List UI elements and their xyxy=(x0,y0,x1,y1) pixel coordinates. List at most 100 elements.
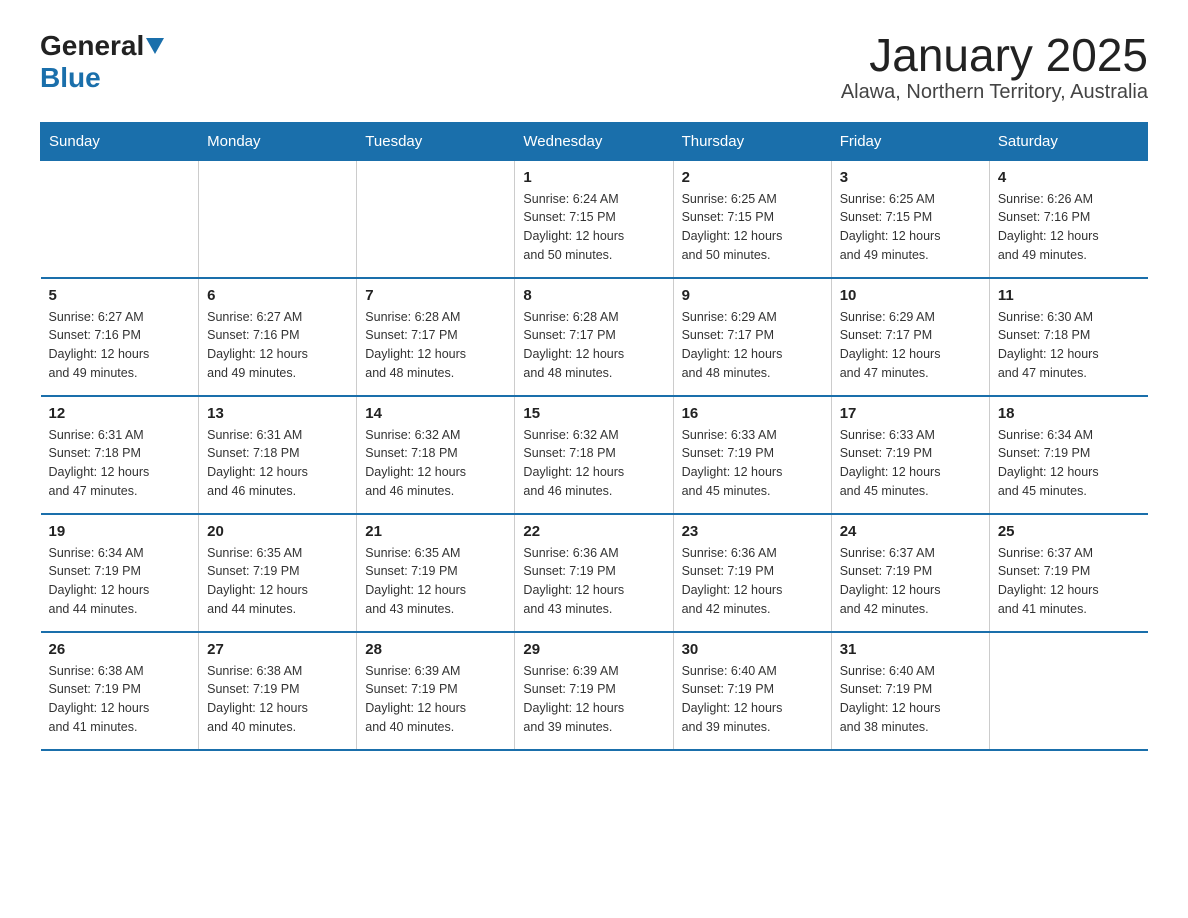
day-info: Sunrise: 6:36 AM Sunset: 7:19 PM Dayligh… xyxy=(523,544,664,619)
day-info: Sunrise: 6:37 AM Sunset: 7:19 PM Dayligh… xyxy=(840,544,981,619)
page-title: January 2025 xyxy=(841,30,1148,81)
day-info: Sunrise: 6:31 AM Sunset: 7:18 PM Dayligh… xyxy=(207,426,348,501)
col-header-tuesday: Tuesday xyxy=(357,122,515,160)
day-number: 16 xyxy=(682,405,823,422)
day-info: Sunrise: 6:39 AM Sunset: 7:19 PM Dayligh… xyxy=(365,662,506,737)
day-number: 13 xyxy=(207,405,348,422)
calendar-cell xyxy=(989,632,1147,750)
calendar-cell: 8Sunrise: 6:28 AM Sunset: 7:17 PM Daylig… xyxy=(515,278,673,396)
day-number: 4 xyxy=(998,169,1140,186)
day-info: Sunrise: 6:39 AM Sunset: 7:19 PM Dayligh… xyxy=(523,662,664,737)
calendar-cell: 27 Sunrise: 6:38 AM Sunset: 7:19 PM Dayli… xyxy=(199,632,357,750)
day-number: 21 xyxy=(365,523,506,540)
day-info: Sunrise: 6:31 AM Sunset: 7:18 PM Dayligh… xyxy=(49,426,191,501)
day-info: Sunrise: 6:25 AM Sunset: 7:15 PM Dayligh… xyxy=(840,190,981,265)
day-number: 18 xyxy=(998,405,1140,422)
day-info: Sunrise: 6:34 AM Sunset: 7:19 PM Dayligh… xyxy=(49,544,191,619)
calendar-cell: 7 Sunrise: 6:28 AM Sunset: 7:17 PM Daylig… xyxy=(357,278,515,396)
day-info: Sunrise: 6:26 AM Sunset: 7:16 PM Dayligh… xyxy=(998,190,1140,265)
calendar-cell: 31 Sunrise: 6:40 AM Sunset: 7:19 PM Dayli… xyxy=(831,632,989,750)
day-number: 2 xyxy=(682,169,823,186)
day-number: 7 xyxy=(365,287,506,304)
day-number: 1 xyxy=(523,169,664,186)
calendar-header-row: SundayMondayTuesdayWednesdayThursdayFrid… xyxy=(41,122,1148,160)
day-number: 31 xyxy=(840,641,981,658)
calendar-cell: 16 Sunrise: 6:33 AM Sunset: 7:19 PM Dayli… xyxy=(673,396,831,514)
col-header-friday: Friday xyxy=(831,122,989,160)
logo-blue-text: Blue xyxy=(40,62,101,93)
page-header: General Blue January 2025 Alawa, Norther… xyxy=(40,30,1148,104)
day-info: Sunrise: 6:25 AM Sunset: 7:15 PM Dayligh… xyxy=(682,190,823,265)
day-number: 25 xyxy=(998,523,1140,540)
calendar-cell xyxy=(199,160,357,278)
calendar-cell: 21 Sunrise: 6:35 AM Sunset: 7:19 PM Dayli… xyxy=(357,514,515,632)
calendar-cell: 30Sunrise: 6:40 AM Sunset: 7:19 PM Dayli… xyxy=(673,632,831,750)
calendar-cell: 26 Sunrise: 6:38 AM Sunset: 7:19 PM Dayli… xyxy=(41,632,199,750)
calendar-cell: 3 Sunrise: 6:25 AM Sunset: 7:15 PM Daylig… xyxy=(831,160,989,278)
calendar-cell: 15Sunrise: 6:32 AM Sunset: 7:18 PM Dayli… xyxy=(515,396,673,514)
day-info: Sunrise: 6:35 AM Sunset: 7:19 PM Dayligh… xyxy=(365,544,506,619)
day-number: 11 xyxy=(998,287,1140,304)
logo-triangle-icon xyxy=(146,38,164,59)
calendar-cell: 17 Sunrise: 6:33 AM Sunset: 7:19 PM Dayli… xyxy=(831,396,989,514)
calendar-cell: 5Sunrise: 6:27 AM Sunset: 7:16 PM Daylig… xyxy=(41,278,199,396)
day-number: 19 xyxy=(49,523,191,540)
col-header-monday: Monday xyxy=(199,122,357,160)
col-header-thursday: Thursday xyxy=(673,122,831,160)
calendar-cell: 1 Sunrise: 6:24 AM Sunset: 7:15 PM Daylig… xyxy=(515,160,673,278)
calendar-cell: 19 Sunrise: 6:34 AM Sunset: 7:19 PM Dayli… xyxy=(41,514,199,632)
day-info: Sunrise: 6:33 AM Sunset: 7:19 PM Dayligh… xyxy=(840,426,981,501)
calendar-cell: 18 Sunrise: 6:34 AM Sunset: 7:19 PM Dayli… xyxy=(989,396,1147,514)
calendar-cell: 13 Sunrise: 6:31 AM Sunset: 7:18 PM Dayli… xyxy=(199,396,357,514)
logo-general-text: General xyxy=(40,30,144,62)
day-number: 17 xyxy=(840,405,981,422)
day-number: 3 xyxy=(840,169,981,186)
day-number: 24 xyxy=(840,523,981,540)
day-info: Sunrise: 6:40 AM Sunset: 7:19 PM Dayligh… xyxy=(840,662,981,737)
calendar-cell: 10 Sunrise: 6:29 AM Sunset: 7:17 PM Dayli… xyxy=(831,278,989,396)
day-number: 12 xyxy=(49,405,191,422)
calendar-week-row: 19 Sunrise: 6:34 AM Sunset: 7:19 PM Dayli… xyxy=(41,514,1148,632)
day-number: 15 xyxy=(523,405,664,422)
calendar-week-row: 12 Sunrise: 6:31 AM Sunset: 7:18 PM Dayli… xyxy=(41,396,1148,514)
day-info: Sunrise: 6:27 AM Sunset: 7:16 PM Dayligh… xyxy=(49,308,191,383)
day-info: Sunrise: 6:36 AM Sunset: 7:19 PM Dayligh… xyxy=(682,544,823,619)
day-number: 20 xyxy=(207,523,348,540)
calendar-cell: 6 Sunrise: 6:27 AM Sunset: 7:16 PM Daylig… xyxy=(199,278,357,396)
calendar-table: SundayMondayTuesdayWednesdayThursdayFrid… xyxy=(40,122,1148,751)
page-subtitle: Alawa, Northern Territory, Australia xyxy=(841,81,1148,104)
day-number: 10 xyxy=(840,287,981,304)
calendar-cell xyxy=(41,160,199,278)
day-info: Sunrise: 6:29 AM Sunset: 7:17 PM Dayligh… xyxy=(682,308,823,383)
day-info: Sunrise: 6:34 AM Sunset: 7:19 PM Dayligh… xyxy=(998,426,1140,501)
day-info: Sunrise: 6:38 AM Sunset: 7:19 PM Dayligh… xyxy=(207,662,348,737)
day-info: Sunrise: 6:32 AM Sunset: 7:18 PM Dayligh… xyxy=(365,426,506,501)
day-info: Sunrise: 6:33 AM Sunset: 7:19 PM Dayligh… xyxy=(682,426,823,501)
day-info: Sunrise: 6:27 AM Sunset: 7:16 PM Dayligh… xyxy=(207,308,348,383)
calendar-cell: 4 Sunrise: 6:26 AM Sunset: 7:16 PM Daylig… xyxy=(989,160,1147,278)
col-header-saturday: Saturday xyxy=(989,122,1147,160)
day-number: 9 xyxy=(682,287,823,304)
day-info: Sunrise: 6:24 AM Sunset: 7:15 PM Dayligh… xyxy=(523,190,664,265)
calendar-cell xyxy=(357,160,515,278)
day-number: 29 xyxy=(523,641,664,658)
day-info: Sunrise: 6:29 AM Sunset: 7:17 PM Dayligh… xyxy=(840,308,981,383)
day-info: Sunrise: 6:40 AM Sunset: 7:19 PM Dayligh… xyxy=(682,662,823,737)
day-number: 8 xyxy=(523,287,664,304)
day-number: 28 xyxy=(365,641,506,658)
day-info: Sunrise: 6:38 AM Sunset: 7:19 PM Dayligh… xyxy=(49,662,191,737)
day-info: Sunrise: 6:35 AM Sunset: 7:19 PM Dayligh… xyxy=(207,544,348,619)
col-header-wednesday: Wednesday xyxy=(515,122,673,160)
calendar-week-row: 1 Sunrise: 6:24 AM Sunset: 7:15 PM Daylig… xyxy=(41,160,1148,278)
calendar-cell: 24 Sunrise: 6:37 AM Sunset: 7:19 PM Dayli… xyxy=(831,514,989,632)
calendar-cell: 25Sunrise: 6:37 AM Sunset: 7:19 PM Dayli… xyxy=(989,514,1147,632)
day-number: 26 xyxy=(49,641,191,658)
calendar-cell: 29 Sunrise: 6:39 AM Sunset: 7:19 PM Dayli… xyxy=(515,632,673,750)
logo: General Blue xyxy=(40,30,164,94)
day-number: 6 xyxy=(207,287,348,304)
calendar-cell: 20 Sunrise: 6:35 AM Sunset: 7:19 PM Dayli… xyxy=(199,514,357,632)
day-info: Sunrise: 6:30 AM Sunset: 7:18 PM Dayligh… xyxy=(998,308,1140,383)
day-number: 27 xyxy=(207,641,348,658)
calendar-cell: 9 Sunrise: 6:29 AM Sunset: 7:17 PM Daylig… xyxy=(673,278,831,396)
day-info: Sunrise: 6:28 AM Sunset: 7:17 PM Dayligh… xyxy=(365,308,506,383)
